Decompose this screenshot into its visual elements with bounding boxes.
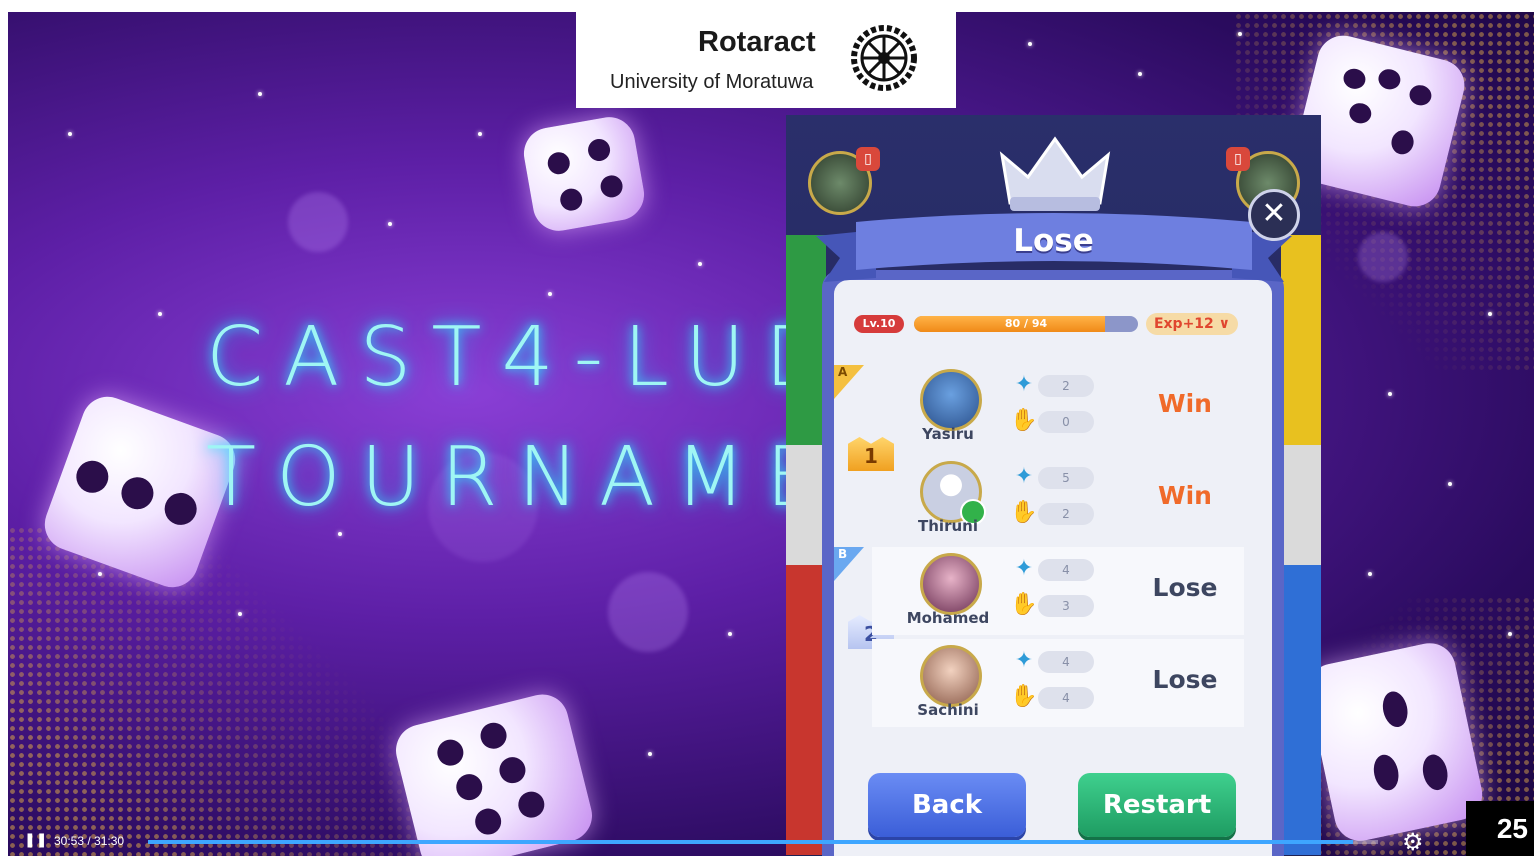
player-row: Sachini ✦ 4 ✋ 4 Lose — [872, 639, 1244, 727]
player-row: Yasiru ✦ 2 ✋ 0 Win — [872, 363, 1244, 451]
avatar — [920, 645, 982, 707]
bird-icon: ✦ — [1014, 464, 1034, 489]
star — [1238, 32, 1242, 36]
kills-count: 2 — [1038, 375, 1094, 397]
kills-count: 4 — [1038, 651, 1094, 673]
player-row: Mohamed ✦ 4 ✋ 3 Lose — [872, 547, 1244, 635]
star — [1508, 632, 1512, 636]
logo-subtitle: University of Moratuwa — [610, 71, 814, 93]
rotary-wheel-icon — [851, 25, 917, 91]
result-label: Win — [1158, 481, 1212, 510]
kills-stat: ✦ 2 — [1006, 371, 1094, 399]
star — [478, 132, 482, 136]
exp-gain-label: Exp+12 — [1153, 316, 1214, 332]
gift-icon[interactable]: ▯ — [1226, 147, 1250, 171]
rotaract-logo: Rotaract University of Moratuwa — [576, 12, 956, 108]
star — [158, 312, 162, 316]
level-badge: Lv.10 — [854, 315, 904, 333]
bokeh — [608, 572, 688, 652]
bird-icon: ✦ — [1014, 648, 1034, 673]
ludo-game-screen: ▯ ▯ Lose ✕ Lv.10 80 / 94 Exp+12 ∨ A 1 B … — [786, 115, 1321, 856]
result-title: Lose — [1013, 223, 1094, 259]
kills-stat: ✦ 4 — [1006, 555, 1094, 583]
player-name: Yasiru — [922, 425, 974, 443]
bird-icon: ✦ — [1014, 556, 1034, 581]
bokeh — [288, 192, 348, 252]
star — [258, 92, 262, 96]
board-edge-left — [786, 235, 826, 855]
player-name: Sachini — [917, 701, 979, 719]
star — [648, 752, 652, 756]
gear-icon[interactable]: ⚙ — [1402, 828, 1424, 856]
video-progress-bar[interactable] — [148, 840, 1378, 844]
star — [1448, 482, 1452, 486]
star — [548, 292, 552, 296]
logo-name: Rotaract — [698, 26, 816, 58]
home-count: 4 — [1038, 687, 1094, 709]
star — [1028, 42, 1032, 46]
video-time: 30:53 / 31:30 — [54, 834, 125, 848]
gift-icon[interactable]: ▯ — [856, 147, 880, 171]
crown-icon — [999, 136, 1111, 211]
bokeh — [1358, 232, 1408, 282]
hands-icon: ✋ — [1010, 684, 1038, 709]
star — [98, 572, 102, 576]
home-stat: ✋ 3 — [1006, 591, 1094, 619]
avatar — [920, 553, 982, 615]
dice-four — [519, 113, 649, 235]
star — [698, 262, 702, 266]
avatar — [920, 369, 982, 431]
star — [338, 532, 342, 536]
board-edge-right — [1281, 235, 1321, 855]
player-name: Mohamed — [906, 609, 990, 627]
home-stat: ✋ 4 — [1006, 683, 1094, 711]
result-label: Lose — [1152, 573, 1218, 602]
kills-stat: ✦ 5 — [1006, 463, 1094, 491]
result-label: Win — [1158, 389, 1212, 418]
star — [68, 132, 72, 136]
home-count: 0 — [1038, 411, 1094, 433]
close-button[interactable]: ✕ — [1248, 189, 1300, 241]
star — [1388, 392, 1392, 396]
xp-progress-bar: 80 / 94 — [914, 316, 1138, 332]
home-stat: ✋ 0 — [1006, 407, 1094, 435]
chevron-down-icon: ∨ — [1213, 316, 1231, 332]
kills-stat: ✦ 4 — [1006, 647, 1094, 675]
halftone-decoration — [8, 526, 428, 856]
star — [1488, 312, 1492, 316]
bird-icon: ✦ — [1014, 372, 1034, 397]
player-row: Thiruni ✦ 5 ✋ 2 Win — [872, 455, 1244, 543]
slide-number: 25 — [1466, 801, 1534, 856]
xp-text: 80 / 94 — [1004, 317, 1048, 330]
result-label: Lose — [1152, 665, 1218, 694]
player-name: Thiruni — [918, 517, 978, 535]
hands-icon: ✋ — [1010, 500, 1038, 525]
kills-count: 5 — [1038, 467, 1094, 489]
home-count: 2 — [1038, 503, 1094, 525]
star — [728, 632, 732, 636]
pause-icon[interactable]: ❚❚ — [24, 832, 47, 848]
star — [1138, 72, 1142, 76]
video-controls: ❚❚ 30:53 / 31:30 ⚙ — [8, 826, 1468, 856]
star — [238, 612, 242, 616]
exp-gain[interactable]: Exp+12 ∨ — [1146, 313, 1238, 335]
home-count: 3 — [1038, 595, 1094, 617]
kills-count: 4 — [1038, 559, 1094, 581]
home-stat: ✋ 2 — [1006, 499, 1094, 527]
hands-icon: ✋ — [1010, 408, 1038, 433]
video-progress-fill — [148, 840, 1354, 844]
hands-icon: ✋ — [1010, 592, 1038, 617]
star — [388, 222, 392, 226]
star — [1368, 572, 1372, 576]
